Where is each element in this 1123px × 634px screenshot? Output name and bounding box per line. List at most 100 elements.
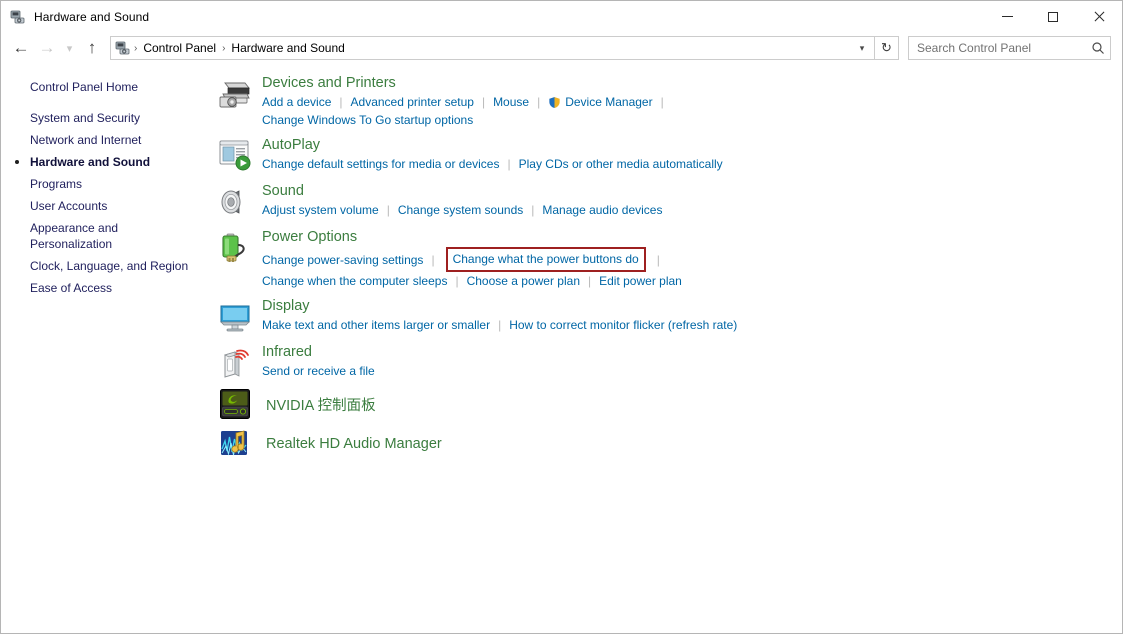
forward-button[interactable]: →: [34, 35, 60, 61]
monitor-icon: [216, 298, 254, 336]
category-body: Devices and Printers Add a device | Adva…: [262, 74, 672, 129]
category-title-display[interactable]: Display: [262, 297, 310, 316]
breadcrumb-bar[interactable]: › Control Panel › Hardware and Sound ▾: [110, 36, 875, 60]
links-row: Change Windows To Go startup options: [262, 111, 672, 129]
infrared-icon: [216, 344, 254, 382]
applet-title-realtek-hd-audio-manager[interactable]: Realtek HD Audio Manager: [266, 436, 442, 452]
recent-locations-button[interactable]: ▾: [60, 35, 79, 61]
link-change-power-saving-settings[interactable]: Change power-saving settings: [262, 251, 423, 269]
link-change-default-settings-for-media-or-devices[interactable]: Change default settings for media or dev…: [262, 155, 499, 173]
highlight-box-change-what-the-power-buttons-do: Change what the power buttons do: [446, 247, 646, 272]
search-icon[interactable]: [1091, 41, 1105, 55]
link-edit-power-plan[interactable]: Edit power plan: [599, 272, 682, 290]
content-area: Control Panel Home System and Security N…: [1, 64, 1122, 633]
link-device-manager[interactable]: Device Manager: [565, 93, 652, 111]
links-row: Change power-saving settings | Change wh…: [262, 247, 682, 272]
link-send-or-receive-a-file[interactable]: Send or receive a file: [262, 362, 375, 380]
breadcrumb-hardware-and-sound[interactable]: Hardware and Sound: [226, 39, 349, 57]
category-display: Display Make text and other items larger…: [216, 297, 1122, 336]
links-row: Adjust system volume | Change system sou…: [262, 201, 662, 219]
sidebar-item-user-accounts[interactable]: User Accounts: [1, 195, 211, 217]
address-bar: ← → ▾ ↑ › Control Panel › Hardware and S…: [1, 32, 1122, 64]
close-button[interactable]: [1076, 1, 1122, 32]
applet-title-nvidia-control-panel[interactable]: NVIDIA 控制面板: [266, 394, 376, 415]
search-input[interactable]: [917, 41, 1091, 55]
links-row: Send or receive a file: [262, 362, 375, 380]
sidebar-item-ease-of-access[interactable]: Ease of Access: [1, 277, 211, 299]
category-autoplay: AutoPlay Change default settings for med…: [216, 136, 1122, 175]
category-body: Sound Adjust system volume | Change syst…: [262, 182, 662, 221]
link-change-when-the-computer-sleeps[interactable]: Change when the computer sleeps: [262, 272, 447, 290]
sidebar-item-control-panel-home[interactable]: Control Panel Home: [1, 76, 211, 98]
link-change-windows-to-go-startup-options[interactable]: Change Windows To Go startup options: [262, 111, 473, 129]
back-button[interactable]: ←: [8, 35, 34, 61]
link-separator: |: [657, 251, 660, 269]
category-list: Devices and Printers Add a device | Adva…: [211, 64, 1122, 633]
control-panel-icon: [115, 40, 131, 56]
link-separator: |: [339, 93, 342, 111]
window-title: Hardware and Sound: [34, 10, 149, 24]
links-row: Add a device | Advanced printer setup | …: [262, 93, 672, 111]
category-title-devices-and-printers[interactable]: Devices and Printers: [262, 74, 396, 93]
link-change-what-the-power-buttons-do[interactable]: Change what the power buttons do: [453, 252, 639, 266]
link-separator: |: [431, 251, 434, 269]
minimize-button[interactable]: [984, 1, 1030, 32]
category-title-autoplay[interactable]: AutoPlay: [262, 136, 320, 155]
link-separator: |: [531, 201, 534, 219]
category-sound: Sound Adjust system volume | Change syst…: [216, 182, 1122, 221]
sidebar-item-hardware-and-sound[interactable]: Hardware and Sound: [1, 151, 211, 173]
battery-icon: [216, 229, 254, 267]
link-add-a-device[interactable]: Add a device: [262, 93, 331, 111]
window-controls: [984, 1, 1122, 32]
sidebar-item-appearance-and-personalization[interactable]: Appearance and Personalization: [1, 217, 211, 255]
category-power-options: Power Options Change power-saving settin…: [216, 228, 1122, 290]
breadcrumb-control-panel[interactable]: Control Panel: [138, 39, 221, 57]
link-mouse[interactable]: Mouse: [493, 93, 529, 111]
category-devices-and-printers: Devices and Printers Add a device | Adva…: [216, 74, 1122, 129]
maximize-button[interactable]: [1030, 1, 1076, 32]
control-panel-window: Hardware and Sound ← → ▾ ↑: [0, 0, 1123, 634]
sidebar-item-clock-language-and-region[interactable]: Clock, Language, and Region: [1, 255, 211, 277]
breadcrumb-dropdown-button[interactable]: ▾: [850, 37, 874, 59]
link-how-to-correct-monitor-flicker[interactable]: How to correct monitor flicker (refresh …: [509, 316, 737, 334]
category-body: Display Make text and other items larger…: [262, 297, 737, 336]
category-body: Infrared Send or receive a file: [262, 343, 375, 382]
minimize-icon: [1002, 16, 1013, 17]
refresh-button[interactable]: ↻: [875, 36, 899, 60]
category-title-infrared[interactable]: Infrared: [262, 343, 312, 362]
shield-icon: [548, 96, 561, 109]
search-box[interactable]: [908, 36, 1111, 60]
speaker-icon: [216, 183, 254, 221]
maximize-icon: [1048, 12, 1058, 22]
up-button[interactable]: ↑: [79, 35, 105, 61]
printer-icon: [216, 75, 254, 113]
applet-realtek-hd-audio-manager[interactable]: Realtek HD Audio Manager: [216, 429, 1122, 459]
links-row: Change default settings for media or dev…: [262, 155, 723, 173]
link-separator: |: [537, 93, 540, 111]
close-icon: [1093, 11, 1105, 23]
category-title-power-options[interactable]: Power Options: [262, 228, 357, 247]
links-row: Change when the computer sleeps | Choose…: [262, 272, 682, 290]
sidebar-item-system-and-security[interactable]: System and Security: [1, 107, 211, 129]
link-change-system-sounds[interactable]: Change system sounds: [398, 201, 523, 219]
link-separator: |: [455, 272, 458, 290]
sidebar-item-network-and-internet[interactable]: Network and Internet: [1, 129, 211, 151]
link-manage-audio-devices[interactable]: Manage audio devices: [542, 201, 662, 219]
link-choose-a-power-plan[interactable]: Choose a power plan: [467, 272, 580, 290]
category-infrared: Infrared Send or receive a file: [216, 343, 1122, 382]
autoplay-icon: [216, 137, 254, 175]
link-separator: |: [498, 316, 501, 334]
links-row: Make text and other items larger or smal…: [262, 316, 737, 334]
category-body: Power Options Change power-saving settin…: [262, 228, 682, 290]
link-adjust-system-volume[interactable]: Adjust system volume: [262, 201, 379, 219]
link-advanced-printer-setup[interactable]: Advanced printer setup: [351, 93, 474, 111]
category-title-sound[interactable]: Sound: [262, 182, 304, 201]
link-separator: |: [588, 272, 591, 290]
link-play-cds-or-other-media-automatically[interactable]: Play CDs or other media automatically: [519, 155, 723, 173]
applet-nvidia-control-panel[interactable]: NVIDIA 控制面板: [216, 389, 1122, 419]
sidebar-item-programs[interactable]: Programs: [1, 173, 211, 195]
nvidia-icon: [220, 389, 250, 419]
sidebar: Control Panel Home System and Security N…: [1, 64, 211, 633]
category-body: AutoPlay Change default settings for med…: [262, 136, 723, 175]
link-make-text-and-other-items-larger-or-smaller[interactable]: Make text and other items larger or smal…: [262, 316, 490, 334]
